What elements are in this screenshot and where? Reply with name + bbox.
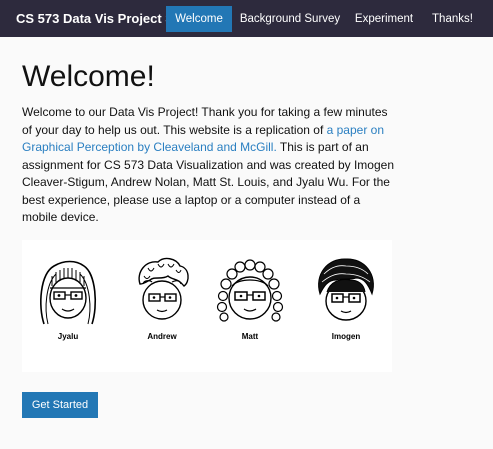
page-title: Welcome! <box>22 60 155 93</box>
andrew-avatar <box>138 257 189 320</box>
intro-paragraph: Welcome to our Data Vis Project! Thank y… <box>22 104 394 227</box>
andrew-name: Andrew <box>147 332 177 341</box>
nav-background-survey[interactable]: Background Survey <box>237 6 343 32</box>
imogen-avatar <box>318 258 374 321</box>
navbar: CS 573 Data Vis Project 3 Welcome Backgr… <box>0 0 493 37</box>
jyalu-avatar <box>40 260 97 325</box>
matt-avatar <box>216 259 284 322</box>
get-started-button[interactable]: Get Started <box>22 392 98 418</box>
brand-title[interactable]: CS 573 Data Vis Project 3 <box>16 0 173 37</box>
nav-experiment[interactable]: Experiment <box>351 6 417 32</box>
nav-welcome[interactable]: Welcome <box>166 6 232 32</box>
imogen-name: Imogen <box>331 332 361 341</box>
jyalu-name: Jyalu <box>57 332 79 341</box>
nav-thanks[interactable]: Thanks! <box>425 6 480 32</box>
matt-name: Matt <box>241 332 259 341</box>
team-illustration: Jyalu Andrew Matt Imogen <box>22 240 392 372</box>
